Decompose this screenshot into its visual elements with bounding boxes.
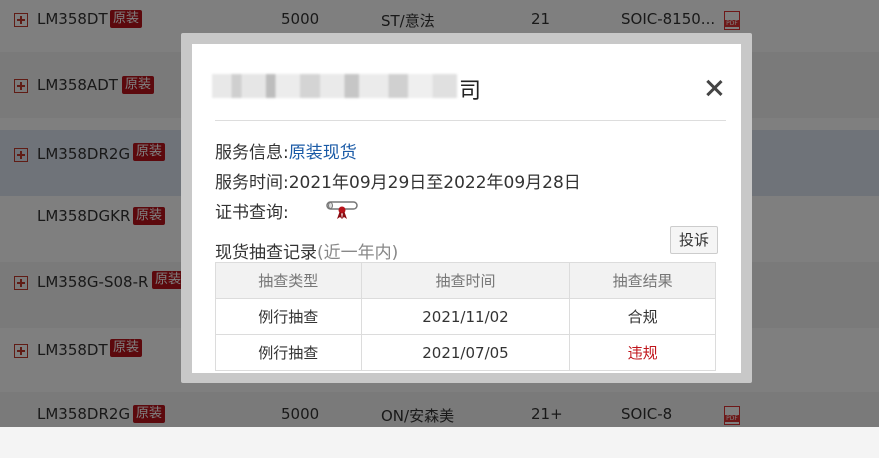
section-subtitle: (近一年内) — [317, 243, 399, 263]
supplier-info-dialog: 司 服务信息:原装现货 服务时间:2021年09月29日至2022年09月28日… — [192, 44, 741, 373]
section-title: 现货抽查记录(近一年内) — [215, 238, 398, 263]
service-info-value[interactable]: 原装现货 — [289, 143, 357, 163]
complain-button[interactable]: 投诉 — [670, 226, 718, 254]
check-result: 合规 — [569, 298, 716, 335]
service-info-row: 服务信息:原装现货 — [215, 138, 357, 163]
table-row: 例行抽查 2021/11/02 合规 — [215, 298, 716, 335]
service-info-label: 服务信息: — [215, 143, 289, 163]
title-divider — [215, 120, 726, 121]
cert-row: 证书查询: — [215, 198, 415, 223]
table-header-row: 抽查类型 抽查时间 抽查结果 — [215, 262, 716, 299]
column-header: 抽查时间 — [360, 262, 571, 299]
modal-frame: 司 服务信息:原装现货 服务时间:2021年09月29日至2022年09月28日… — [181, 33, 752, 383]
cert-label: 证书查询: — [215, 203, 289, 223]
column-header: 抽查结果 — [569, 262, 716, 299]
spot-check-table: 抽查类型 抽查时间 抽查结果 例行抽查 2021/11/02 合规 例行抽查 2… — [215, 262, 716, 371]
close-icon[interactable] — [704, 78, 724, 98]
table-row: 例行抽查 2021/07/05 违规 — [215, 334, 716, 371]
service-time-value: 2021年09月29日至2022年09月28日 — [288, 173, 581, 193]
check-date: 2021/11/02 — [360, 298, 571, 335]
dialog-title-tail: 司 — [459, 79, 482, 104]
check-type: 例行抽查 — [215, 298, 362, 335]
section-title-text: 现货抽查记录 — [215, 243, 317, 263]
check-type: 例行抽查 — [215, 334, 362, 371]
column-header: 抽查类型 — [215, 262, 362, 299]
certificate-icon[interactable] — [325, 198, 359, 220]
check-date: 2021/07/05 — [360, 334, 571, 371]
service-time-label: 服务时间: — [215, 173, 289, 193]
service-time-row: 服务时间:2021年09月29日至2022年09月28日 — [215, 168, 581, 193]
check-result: 违规 — [569, 334, 716, 371]
blurred-company-name — [212, 74, 457, 98]
